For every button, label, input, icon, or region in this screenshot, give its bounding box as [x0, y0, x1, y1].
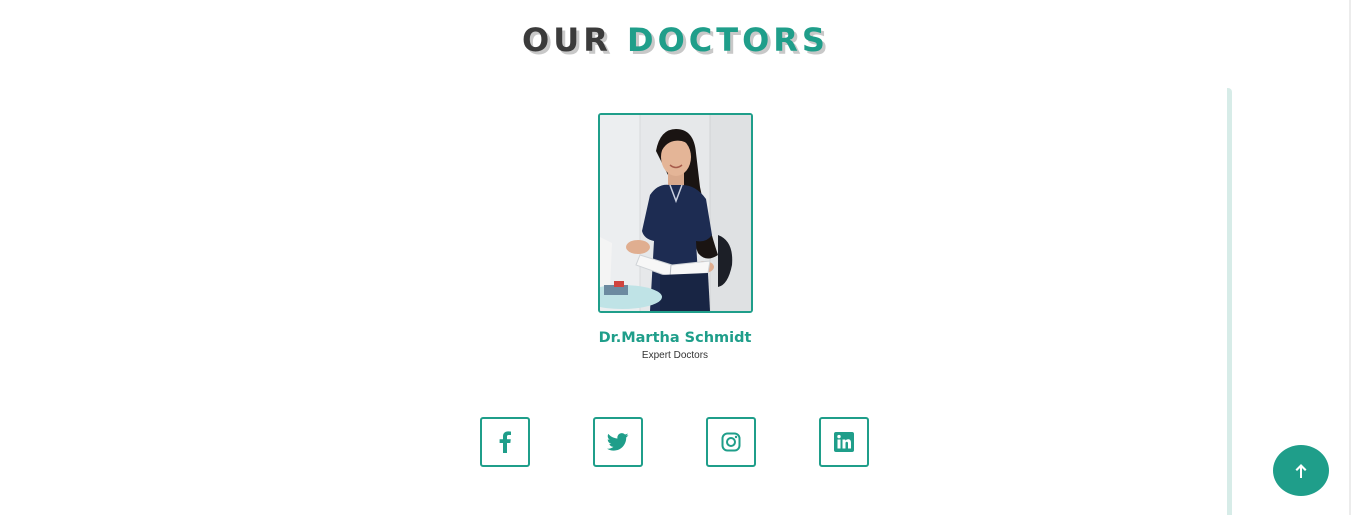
- doctor-role: Expert Doctors: [641, 350, 709, 361]
- doctor-card: Dr.Martha Schmidt Expert Doctors: [560, 113, 790, 361]
- facebook-icon: [499, 431, 511, 453]
- section-title: OUR DOCTORS: [0, 20, 1351, 60]
- section-title-part2: DOCTORS: [627, 21, 829, 59]
- doctor-photo: [597, 113, 753, 313]
- twitter-icon: [607, 433, 629, 451]
- section-title-part1: OUR: [522, 21, 612, 59]
- social-links: [480, 417, 869, 467]
- linkedin-icon: [834, 432, 854, 452]
- back-to-top-button[interactable]: [1273, 445, 1329, 496]
- arrow-up-icon: [1295, 463, 1307, 478]
- doctor-name: Dr.Martha Schmidt: [598, 330, 752, 346]
- instagram-icon: [721, 432, 741, 452]
- doctors-section: OUR DOCTORS Dr.Martha Schmidt Expert Doc…: [0, 0, 1351, 515]
- facebook-button[interactable]: [480, 417, 530, 467]
- right-divider: [1227, 88, 1232, 515]
- twitter-button[interactable]: [593, 417, 643, 467]
- instagram-button[interactable]: [706, 417, 756, 467]
- linkedin-button[interactable]: [819, 417, 869, 467]
- doctor-photo-illustration: [599, 115, 751, 311]
